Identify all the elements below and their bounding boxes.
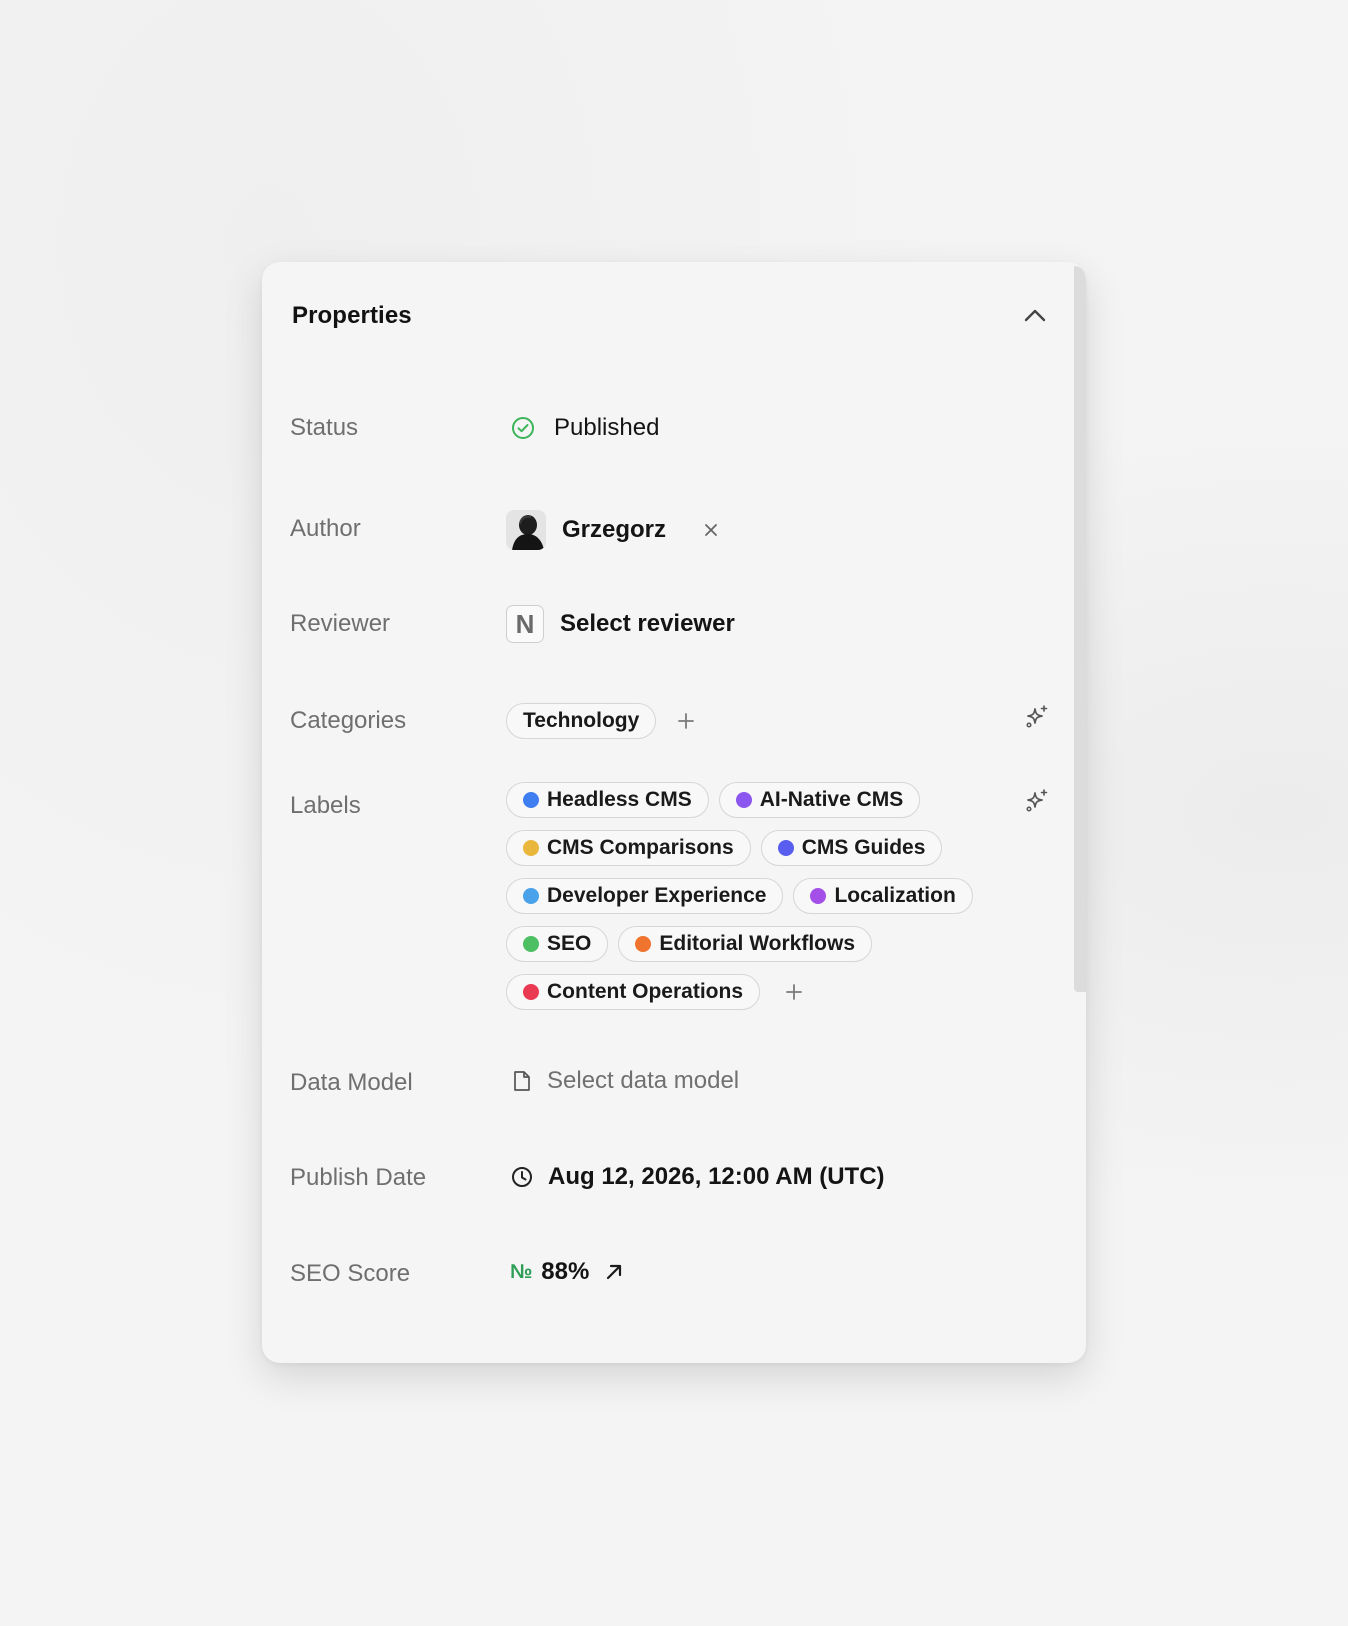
categories-row: Categories Technology <box>288 702 1052 742</box>
label-chip[interactable]: AI-Native CMS <box>718 782 921 818</box>
author-label: Author <box>290 515 361 542</box>
category-chip[interactable]: Technology <box>506 703 657 739</box>
publish-date-value: Aug 12, 2026, 12:00 AM (UTC) <box>548 1163 885 1190</box>
status-label: Status <box>290 414 359 441</box>
label-color-dot <box>810 888 827 904</box>
label-chip-text: Localization <box>834 884 956 907</box>
label-chip[interactable]: Headless CMS <box>506 782 709 818</box>
label-chip[interactable]: CMS Guides <box>760 830 943 866</box>
label-color-dot <box>523 936 539 952</box>
plus-icon <box>786 984 802 1000</box>
label-color-dot <box>523 984 539 1000</box>
collapse-button[interactable] <box>1018 298 1052 332</box>
add-label-button[interactable] <box>780 978 808 1006</box>
label-chip[interactable]: Localization <box>793 878 973 914</box>
seo-score-label: SEO Score <box>290 1260 411 1287</box>
label-chip-text: SEO <box>547 932 592 955</box>
status-text: Published <box>554 414 660 441</box>
properties-panel: Properties Status Published Author Grzeg… <box>262 262 1086 1363</box>
chevron-up-icon <box>1024 309 1046 322</box>
label-color-dot <box>735 792 752 808</box>
label-chip-text: CMS Guides <box>801 836 926 859</box>
data-model-label: Data Model <box>290 1069 413 1096</box>
labels-chip-line: Headless CMS AI-Native CMS <box>506 782 1026 818</box>
label-color-dot <box>777 840 794 856</box>
close-icon <box>705 524 717 536</box>
labels-chip-line: SEO Editorial Workflows <box>506 926 1026 962</box>
author-name: Grzegorz <box>562 516 667 543</box>
label-chip[interactable]: Content Operations <box>506 974 761 1010</box>
data-model-row: Data Model Select data model <box>288 1064 1052 1104</box>
ai-suggest-categories-button[interactable] <box>1022 702 1052 732</box>
label-color-dot <box>523 792 539 808</box>
seo-score-text: 88% <box>541 1258 590 1285</box>
label-color-dot <box>523 888 539 904</box>
sparkle-icon <box>1026 789 1048 812</box>
panel-header: Properties <box>290 296 1052 336</box>
categories-label: Categories <box>290 707 407 734</box>
seo-score-row: SEO Score № 88% <box>288 1255 1052 1295</box>
label-chip-text: CMS Comparisons <box>547 836 734 859</box>
label-chip-text: AI-Native CMS <box>759 788 904 811</box>
labels-chip-line: Developer Experience Localization <box>506 878 1026 914</box>
labels-row: Labels Headless CMS AI-Native CMS CMS Co… <box>288 782 1052 1032</box>
reviewer-initial-icon: N <box>506 605 544 643</box>
label-chip-text: Headless CMS <box>547 788 692 811</box>
label-chip[interactable]: SEO <box>506 926 609 962</box>
ai-suggest-labels-button[interactable] <box>1022 786 1052 816</box>
remove-author-button[interactable] <box>700 519 722 541</box>
publish-date-label: Publish Date <box>290 1164 427 1191</box>
label-chip-text: Content Operations <box>547 980 744 1003</box>
status-row: Status Published <box>288 411 1052 451</box>
document-icon <box>511 1069 533 1093</box>
clock-icon <box>510 1165 534 1189</box>
label-chip[interactable]: Developer Experience <box>506 878 784 914</box>
arrow-up-right-icon[interactable] <box>603 1261 625 1283</box>
category-chip-label: Technology <box>523 709 640 732</box>
labels-chip-line: CMS Comparisons CMS Guides <box>506 830 1026 866</box>
reviewer-row: Reviewer N Select reviewer <box>288 603 1052 645</box>
data-model-select[interactable]: Select data model <box>506 1064 1052 1098</box>
label-chip-text: Editorial Workflows <box>659 932 855 955</box>
label-chip[interactable]: Editorial Workflows <box>618 926 872 962</box>
check-circle-icon <box>510 415 536 441</box>
add-category-button[interactable] <box>672 707 700 735</box>
avatar <box>506 510 546 550</box>
panel-scrollbar[interactable] <box>1074 266 1086 992</box>
label-chip[interactable]: CMS Comparisons <box>506 830 751 866</box>
author-value[interactable]: Grzegorz <box>506 510 1052 550</box>
seo-score-value[interactable]: № 88% <box>506 1255 1052 1289</box>
categories-value: Technology <box>506 703 1052 739</box>
author-row: Author Grzegorz <box>288 509 1052 551</box>
reviewer-placeholder: Select reviewer <box>560 610 735 637</box>
label-chip-text: Developer Experience <box>547 884 767 907</box>
status-value[interactable]: Published <box>506 411 1052 445</box>
labels-chip-line: Content Operations <box>506 974 1026 1010</box>
publish-date-row: Publish Date Aug 12, 2026, 12:00 AM (UTC… <box>288 1160 1052 1200</box>
reviewer-label: Reviewer <box>290 610 391 637</box>
data-model-placeholder: Select data model <box>547 1067 740 1094</box>
labels-label: Labels <box>290 792 361 819</box>
label-color-dot <box>523 840 539 856</box>
plus-icon <box>678 713 695 729</box>
labels-chip-list: Headless CMS AI-Native CMS CMS Compariso… <box>506 782 1026 1022</box>
publish-date-picker[interactable]: Aug 12, 2026, 12:00 AM (UTC) <box>506 1160 1052 1194</box>
sparkle-icon <box>1026 705 1048 728</box>
number-sign-icon: № <box>510 1261 532 1283</box>
label-color-dot <box>635 936 652 952</box>
reviewer-select[interactable]: N Select reviewer <box>506 605 1052 643</box>
panel-title: Properties <box>292 302 412 329</box>
